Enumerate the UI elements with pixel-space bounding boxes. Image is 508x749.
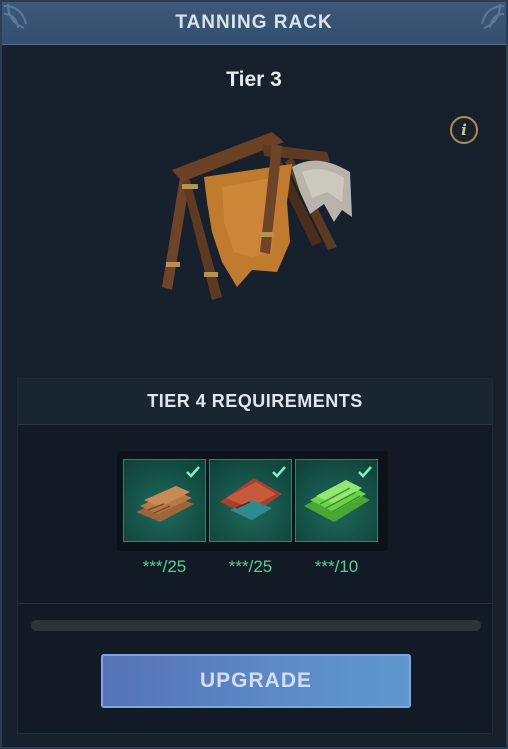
tanning-rack-panel: TANNING RACK Tier 3 i TIER 4 REQUIREMENT… <box>0 0 508 749</box>
tanning-rack-image <box>162 132 352 300</box>
current-tier-label: Tier 3 <box>226 68 282 91</box>
check-icon <box>186 466 200 478</box>
info-button[interactable]: i <box>450 116 478 144</box>
info-icon: i <box>461 121 467 139</box>
requirements-title: TIER 4 REQUIREMENTS <box>18 379 492 425</box>
requirements-section: TIER 4 REQUIREMENTS ***/25 ***/25 ***/10… <box>17 378 493 734</box>
requirement-slot-leather[interactable] <box>123 459 206 542</box>
corner-ornament-icon <box>481 3 505 29</box>
requirement-count: ***/25 <box>142 557 187 576</box>
panel-title: TANNING RACK <box>175 12 333 33</box>
requirement-count: ***/10 <box>314 557 359 576</box>
upgrade-button-label: UPGRADE <box>199 669 312 692</box>
divider <box>18 603 492 604</box>
upgrade-progress-bar <box>31 620 481 631</box>
requirement-slot-green-leather[interactable] <box>295 459 378 542</box>
check-icon <box>358 466 372 478</box>
requirement-slot-red-hide[interactable] <box>209 459 292 542</box>
upgrade-button[interactable]: UPGRADE <box>101 654 411 708</box>
panel-header: TANNING RACK <box>2 2 506 45</box>
requirement-count: ***/25 <box>228 557 273 576</box>
corner-ornament-icon <box>3 3 27 29</box>
check-icon <box>272 466 286 478</box>
